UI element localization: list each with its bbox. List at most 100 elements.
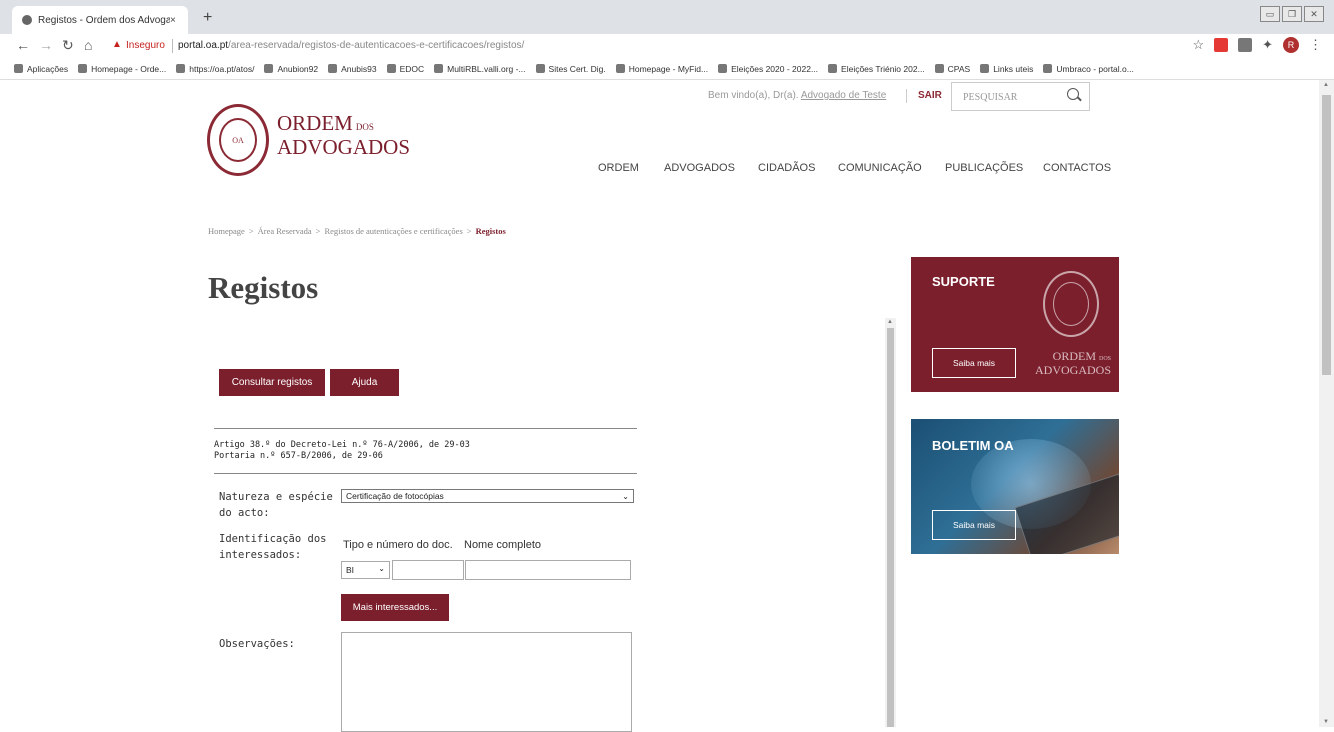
window-controls: ▭ ❐ ✕ xyxy=(1260,6,1324,22)
natureza-select[interactable]: Certificação de fotocópias ⌄ xyxy=(341,489,634,503)
brand-small: DOS xyxy=(355,122,374,132)
scroll-down-icon[interactable]: ▼ xyxy=(1323,719,1329,725)
col-tipo-header: Tipo e número do doc. xyxy=(343,539,453,551)
bookmark-icon xyxy=(386,64,396,73)
breadcrumb-link[interactable]: Registos de autenticações e certificaçõe… xyxy=(324,226,462,236)
page-scrollbar[interactable]: ▲ ▼ xyxy=(1319,80,1334,727)
bookmark-item[interactable]: Anubion92 xyxy=(264,64,318,74)
warning-icon: ▲ xyxy=(112,39,122,50)
nav-item-cidadãos[interactable]: CIDADÃOS xyxy=(758,162,815,174)
doc-type-select[interactable]: BI ⌄ xyxy=(341,561,390,579)
extension-icon[interactable] xyxy=(1238,38,1253,52)
consultar-registos-button[interactable]: Consultar registos xyxy=(219,369,325,396)
nav-item-comunicação[interactable]: COMUNICAÇÃO xyxy=(838,162,922,174)
chevron-down-icon: ⌄ xyxy=(378,564,385,573)
bookmarks-bar: Aplicações Homepage - Orde... https://oa.p… xyxy=(0,58,1334,80)
search-box[interactable]: PESQUISAR xyxy=(951,82,1090,111)
browser-tab[interactable]: Registos - Ordem dos Advogado: × xyxy=(12,6,188,34)
observacoes-label: Observações: xyxy=(219,638,295,650)
header-divider xyxy=(906,89,907,103)
address-bar[interactable]: portal.oa.pt/area-reservada/registos-de-… xyxy=(178,40,524,51)
breadcrumb-link[interactable]: Área Reservada xyxy=(258,226,312,236)
boletim-saiba-mais-button[interactable]: Saiba mais xyxy=(932,510,1016,540)
suporte-card[interactable]: SUPORTE Saiba mais ORDEM DOS ADVOGADOS xyxy=(911,257,1119,392)
bookmark-label: https://oa.pt/atos/ xyxy=(189,63,255,74)
star-icon[interactable]: ☆ xyxy=(1192,37,1204,53)
bookmark-item[interactable]: Eleições 2020 - 2022... xyxy=(718,64,818,74)
nav-item-publicações[interactable]: PUBLICAÇÕES xyxy=(945,162,1023,174)
natureza-label: Natureza e espécie do acto: xyxy=(219,491,333,519)
bookmark-item[interactable]: Sites Cert. Dig. xyxy=(535,64,606,74)
restore-icon[interactable]: ❐ xyxy=(1282,6,1302,22)
seal-icon xyxy=(1043,271,1099,337)
page-title: Registos xyxy=(208,270,319,305)
bookmark-icon xyxy=(980,64,990,73)
chevron-down-icon: ⌄ xyxy=(622,492,629,501)
legal-line: Artigo 38.º do Decreto-Lei n.º 76-A/2006… xyxy=(214,440,470,450)
suporte-title: SUPORTE xyxy=(932,274,995,289)
home-icon[interactable]: ⌂ xyxy=(84,37,92,53)
identificacao-label: Identificação dos interessados: xyxy=(219,533,327,561)
bookmark-icon xyxy=(828,64,838,73)
nav-item-contactos[interactable]: CONTACTOS xyxy=(1043,162,1111,174)
forward-icon[interactable]: → xyxy=(39,37,53,53)
bookmark-icon xyxy=(718,64,728,73)
logo[interactable]: OA ORDEM DOS ADVOGADOS xyxy=(207,104,410,176)
tab-close-icon[interactable]: × xyxy=(170,15,182,26)
brand-line2: ADVOGADOS xyxy=(277,135,411,159)
bookmark-item[interactable]: Homepage - MyFid... xyxy=(615,64,708,74)
scrollbar-thumb[interactable] xyxy=(887,328,894,727)
extension-icon[interactable] xyxy=(1214,38,1229,52)
search-icon[interactable] xyxy=(1067,88,1079,100)
close-window-icon[interactable]: ✕ xyxy=(1304,6,1324,22)
inner-scrollbar[interactable]: ▲ xyxy=(885,318,896,727)
boletim-card[interactable]: BOLETIM OA Saiba mais xyxy=(911,419,1119,554)
search-input[interactable]: PESQUISAR xyxy=(963,92,1017,103)
suporte-saiba-mais-button[interactable]: Saiba mais xyxy=(932,348,1016,378)
breadcrumb-separator: > xyxy=(466,226,472,236)
browser-toolbar: ← → ↻ ⌂ ▲ Inseguro portal.oa.pt/area-res… xyxy=(0,34,1334,58)
doc-number-input[interactable] xyxy=(392,560,464,580)
menu-icon[interactable]: ⋮ xyxy=(1309,37,1322,53)
bookmark-label: Umbraco - portal.o... xyxy=(1056,63,1134,74)
bookmark-item[interactable]: MultiRBL.valli.org -... xyxy=(434,63,526,74)
profile-avatar[interactable]: R xyxy=(1283,37,1299,53)
bookmark-item[interactable]: Links uteis xyxy=(980,64,1033,74)
scroll-up-icon[interactable]: ▲ xyxy=(887,319,893,325)
scroll-up-icon[interactable]: ▲ xyxy=(1323,82,1329,88)
url-path: /area-reservada/registos-de-autenticacoe… xyxy=(228,40,525,51)
breadcrumb: Homepage > Área Reservada > Registos de aute… xyxy=(208,226,506,236)
reload-icon[interactable]: ↻ xyxy=(62,37,74,54)
bookmark-label: Aplicações xyxy=(27,63,69,74)
mais-interessados-button[interactable]: Mais interessados... xyxy=(341,594,449,621)
security-label[interactable]: Inseguro xyxy=(126,40,165,51)
col-nome-header: Nome completo xyxy=(464,539,542,551)
ajuda-button[interactable]: Ajuda xyxy=(330,369,399,396)
bookmark-item[interactable]: Eleições Triénio 202... xyxy=(828,64,925,74)
url-divider xyxy=(172,39,173,53)
logout-link[interactable]: SAIR xyxy=(918,90,942,101)
back-icon[interactable]: ← xyxy=(16,37,30,53)
bookmark-item[interactable]: Anubis93 xyxy=(328,64,377,74)
bookmark-icon xyxy=(434,64,444,73)
bookmark-item[interactable]: Homepage - Orde... xyxy=(78,64,166,74)
nav-item-advogados[interactable]: ADVOGADOS xyxy=(664,162,735,174)
bookmark-item[interactable]: EDOC xyxy=(386,64,424,74)
brand-line1: ORDEM xyxy=(277,111,353,135)
observacoes-textarea[interactable] xyxy=(341,632,632,732)
puzzle-icon[interactable]: ✦ xyxy=(1262,37,1273,53)
bookmark-label: MultiRBL.valli.org -... xyxy=(447,63,526,74)
bookmark-item[interactable]: https://oa.pt/atos/ xyxy=(176,64,254,74)
new-tab-button[interactable]: + xyxy=(203,9,212,27)
bookmark-icon xyxy=(934,64,944,73)
bookmark-icon xyxy=(78,64,88,73)
minimize-icon[interactable]: ▭ xyxy=(1260,6,1280,22)
nav-item-ordem[interactable]: ORDEM xyxy=(598,162,639,174)
bookmark-item[interactable]: Umbraco - portal.o... xyxy=(1043,63,1134,74)
bookmark-item[interactable]: CPAS xyxy=(934,64,970,74)
bookmark-item[interactable]: Aplicações xyxy=(14,64,68,74)
breadcrumb-link[interactable]: Homepage xyxy=(208,226,245,236)
scrollbar-thumb[interactable] xyxy=(1322,95,1331,375)
user-link[interactable]: Advogado de Teste xyxy=(801,90,886,101)
full-name-input[interactable] xyxy=(465,560,631,580)
